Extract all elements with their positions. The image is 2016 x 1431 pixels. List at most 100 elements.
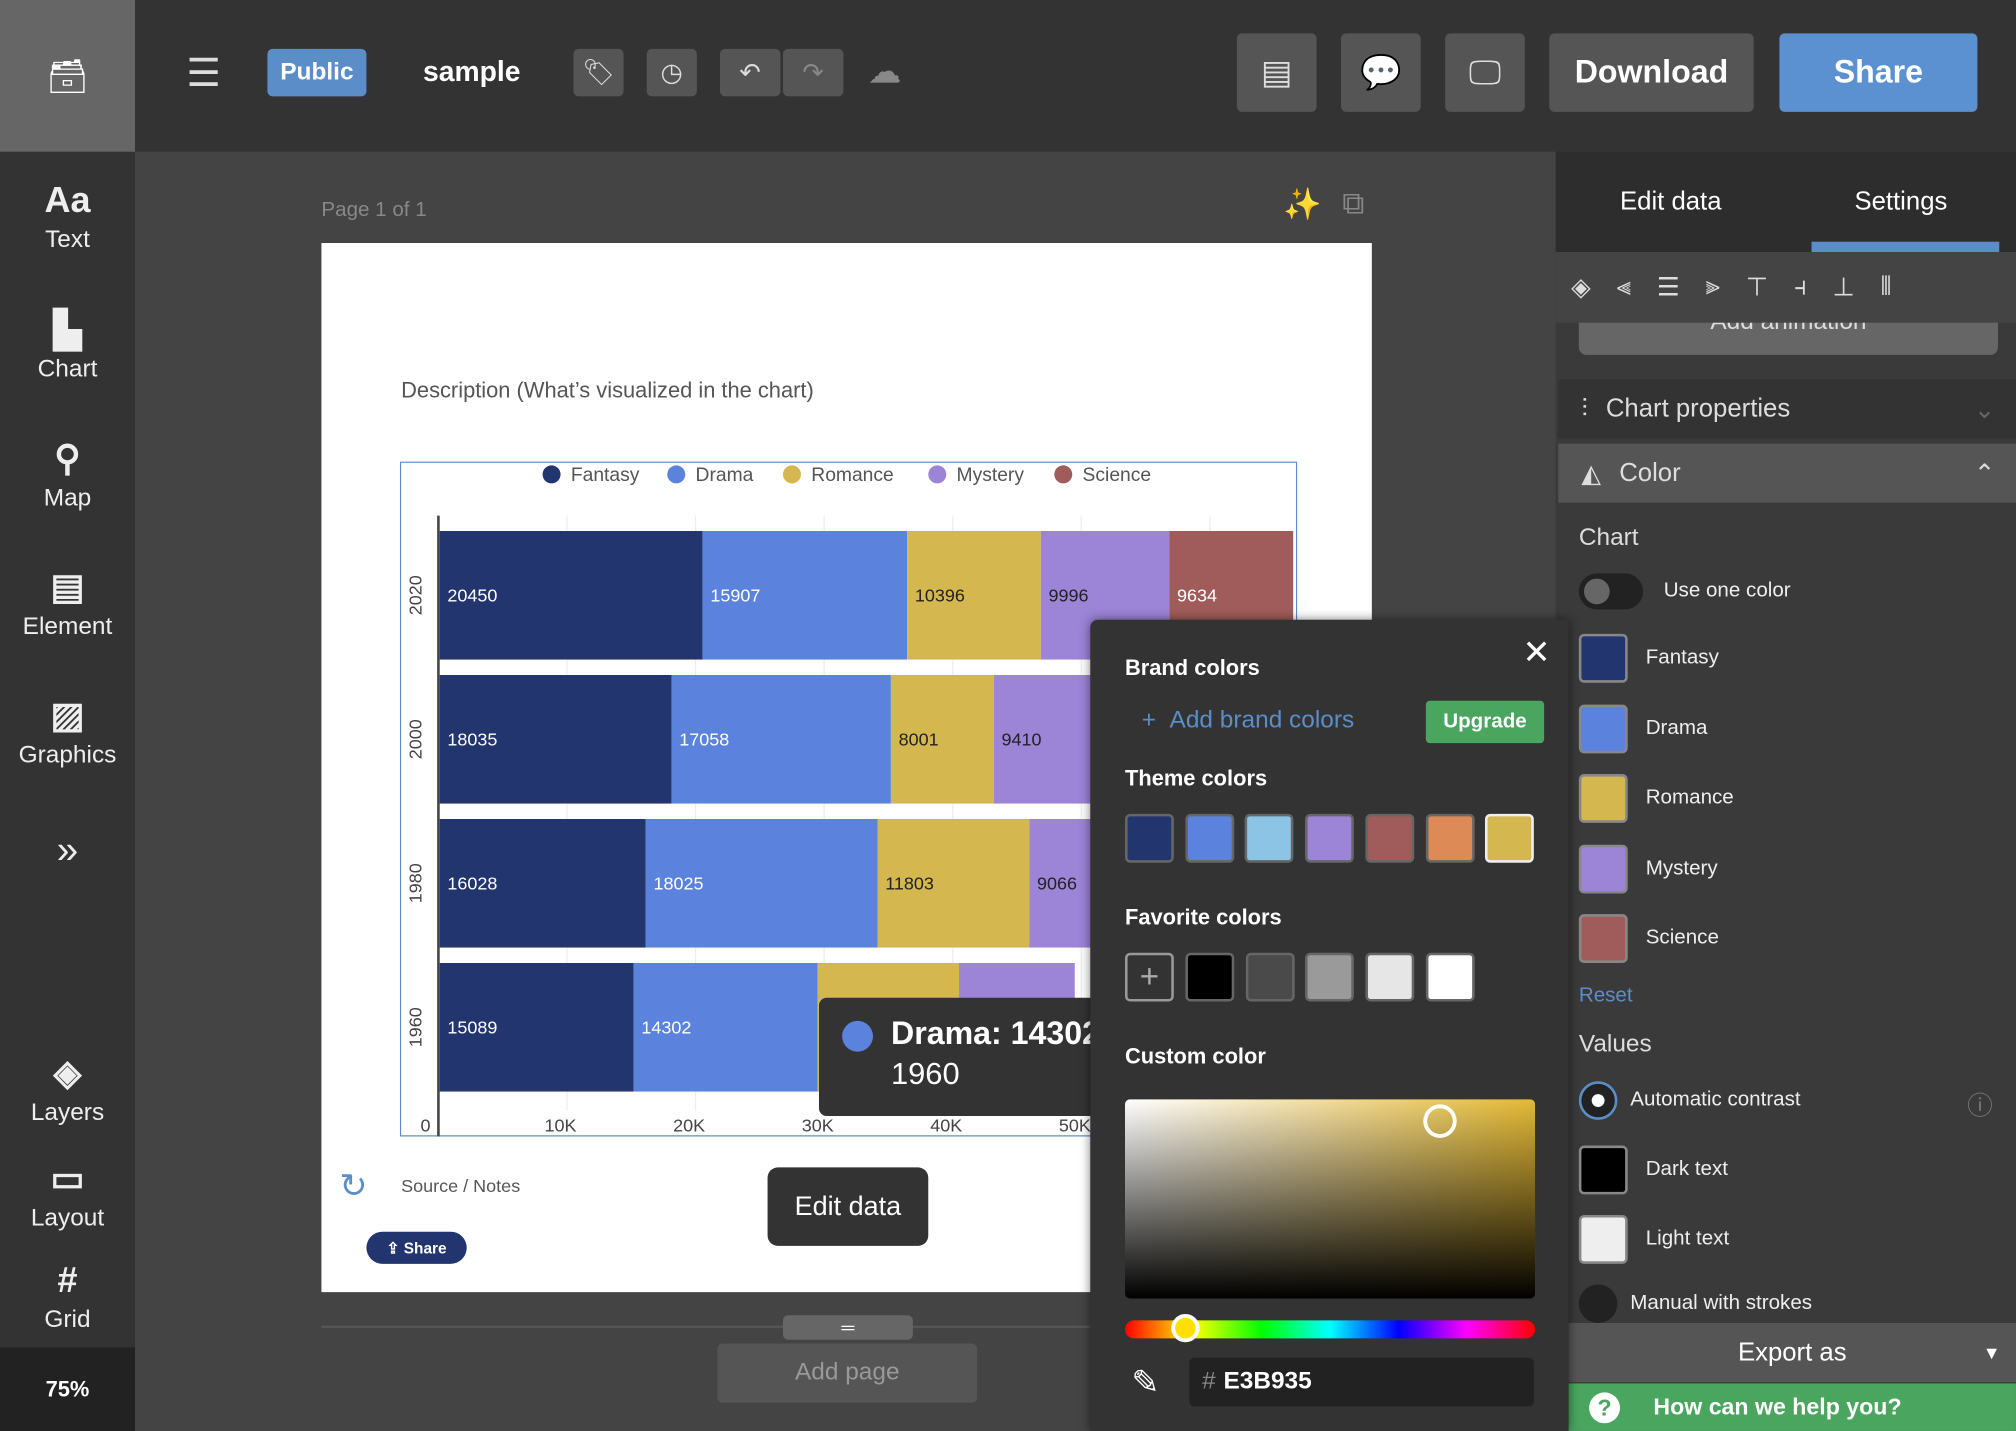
edit-data-button[interactable]: Edit data [767, 1167, 929, 1246]
add-page-button[interactable]: Add page [717, 1343, 978, 1403]
upgrade-button[interactable]: Upgrade [1425, 700, 1545, 744]
theme-color-swatch[interactable] [1485, 813, 1535, 863]
refresh-icon[interactable]: ↻ [339, 1166, 367, 1206]
tag-icon[interactable]: 🏷 [573, 48, 624, 97]
tooltip-dot-icon [842, 1020, 873, 1052]
chart-properties-section[interactable]: ⫶ Chart properties ⌄ [1558, 379, 2016, 439]
present-icon[interactable]: 🖵 [1445, 33, 1525, 112]
redo-icon[interactable]: ↷ [782, 48, 844, 97]
undo-icon[interactable]: ↶ [719, 48, 781, 97]
comment-icon[interactable]: 💬 [1340, 33, 1421, 112]
sidebar-item-grid[interactable]: # Grid [0, 1260, 135, 1335]
legend-dot-icon [667, 465, 686, 484]
series-color-fantasy[interactable]: Fantasy [1578, 633, 1719, 684]
duplicate-page-icon[interactable]: ⧉ [1342, 186, 1364, 222]
align-middle-icon[interactable]: ⫞ [1794, 273, 1807, 303]
export-as-button[interactable]: Export as ▼ [1568, 1322, 2016, 1383]
align-left-icon[interactable]: ⫷ [1617, 273, 1632, 303]
color-section[interactable]: ◭ Color ⌃ [1558, 443, 2016, 503]
tab-settings[interactable]: Settings [1785, 151, 2016, 252]
layers-dropdown-icon[interactable]: ◈ [1571, 271, 1591, 303]
hue-slider[interactable] [1124, 1313, 1536, 1343]
resize-handle-icon[interactable]: ═ [782, 1315, 913, 1340]
hex-input[interactable]: # E3B935 [1189, 1357, 1534, 1407]
theme-color-swatch[interactable] [1185, 813, 1234, 863]
hamburger-menu-icon[interactable]: ☰ [186, 51, 221, 96]
history-clock-icon[interactable]: ◷ [646, 48, 697, 97]
reset-link[interactable]: Reset [1579, 985, 1633, 1008]
color-handle[interactable] [1423, 1104, 1457, 1138]
help-icon: ? [1589, 1391, 1620, 1423]
sidebar-label: Chart [37, 356, 98, 384]
sidebar-label: Layout [30, 1204, 105, 1232]
series-color-drama[interactable]: Drama [1578, 703, 1707, 754]
bar-value-label: 9996 [1049, 586, 1089, 606]
color-swatch[interactable] [1578, 633, 1628, 683]
distribute-icon[interactable]: ⫴ [1881, 273, 1892, 303]
sidebar-item-element[interactable]: ▤ Element [0, 566, 135, 642]
series-color-romance[interactable]: Romance [1578, 773, 1734, 824]
theme-color-swatch[interactable] [1305, 813, 1354, 863]
chart-description[interactable]: Description (What’s visualized in the ch… [401, 378, 814, 404]
color-swatch[interactable] [1578, 914, 1628, 963]
y-category-label: 1960 [406, 1007, 426, 1047]
visibility-badge[interactable]: Public [267, 48, 367, 97]
source-notes[interactable]: Source / Notes [401, 1175, 520, 1196]
theme-color-swatch[interactable] [1365, 813, 1415, 863]
custom-color-heading: Custom color [1124, 1043, 1266, 1069]
radio-label: Automatic contrast [1630, 1088, 1801, 1111]
hue-handle[interactable] [1171, 1313, 1200, 1343]
theme-color-swatch[interactable] [1245, 813, 1294, 863]
sidebar-item-layers[interactable]: ◈ Layers [0, 1052, 135, 1128]
series-color-science[interactable]: Science [1578, 913, 1719, 964]
add-favorite-color-icon[interactable]: + [1124, 952, 1174, 1002]
chevron-down-icon: ⌄ [1973, 395, 1996, 424]
align-top-icon[interactable]: ⊤ [1746, 271, 1768, 303]
use-one-color-toggle[interactable]: Use one color [1578, 566, 1791, 617]
grid-icon: # [57, 1259, 78, 1300]
sidebar-label: Layers [30, 1099, 105, 1127]
favorite-color-swatch[interactable] [1185, 952, 1235, 1002]
right-panel: Edit data Settings Add animation ◈⫷☰⫸⊤⫞⊥… [1555, 151, 2016, 1431]
add-brand-colors-link[interactable]: + Add brand colors [1142, 707, 1355, 735]
color-swatch[interactable] [1578, 844, 1628, 893]
download-button[interactable]: Download [1549, 33, 1754, 112]
share-button[interactable]: Share [1779, 33, 1978, 112]
theme-color-swatch[interactable] [1425, 813, 1475, 863]
theme-color-swatch[interactable] [1124, 813, 1174, 863]
automatic-contrast-radio[interactable]: Automatic contrast [1578, 1075, 1801, 1126]
element-icon: ▤ [50, 566, 85, 607]
share-badge[interactable]: ⇪ Share [366, 1231, 467, 1264]
align-center-icon[interactable]: ☰ [1657, 271, 1680, 303]
align-right-icon[interactable]: ⫸ [1706, 273, 1721, 303]
close-icon[interactable]: ✕ [1523, 633, 1551, 673]
series-color-mystery[interactable]: Mystery [1578, 843, 1718, 894]
help-chat-button[interactable]: ? How can we help you? [1568, 1383, 2016, 1431]
tab-edit-data[interactable]: Edit data [1555, 151, 1786, 252]
favorite-color-swatch[interactable] [1365, 952, 1415, 1002]
favorite-color-swatch[interactable] [1245, 952, 1295, 1002]
dark-text-option[interactable]: Dark text [1578, 1144, 1728, 1195]
project-title[interactable]: sample [423, 55, 520, 88]
color-swatch[interactable] [1578, 773, 1628, 823]
light-text-option[interactable]: Light text [1578, 1214, 1729, 1265]
zoom-level[interactable]: 75% [0, 1347, 135, 1431]
help-question-icon[interactable]: ⓘ [1967, 1085, 1993, 1122]
manual-strokes-radio[interactable]: Manual with strokes [1578, 1278, 1812, 1329]
sidebar-item-map[interactable]: ⚲ Map [0, 437, 135, 513]
notes-icon[interactable]: ▤ [1236, 33, 1317, 112]
bar-value-label: 15089 [447, 1018, 497, 1038]
magic-wand-icon[interactable]: ✨ [1283, 186, 1321, 223]
sidebar-item-layout[interactable]: ▭ Layout [0, 1157, 135, 1233]
double-chevron-icon[interactable]: » [0, 829, 135, 873]
sidebar-item-text[interactable]: Aa Text [0, 180, 135, 255]
sidebar-item-graphics[interactable]: ▨ Graphics [0, 694, 135, 770]
saturation-value-area[interactable] [1124, 1099, 1536, 1299]
inbox-logo-icon[interactable]: 🗃 [0, 0, 135, 152]
favorite-color-swatch[interactable] [1305, 952, 1355, 1002]
eyedropper-icon[interactable]: ✎ [1131, 1363, 1159, 1403]
sidebar-item-chart[interactable]: ▙ Chart [0, 309, 135, 385]
favorite-color-swatch[interactable] [1425, 952, 1475, 1002]
align-bottom-icon[interactable]: ⊥ [1833, 271, 1855, 303]
color-swatch[interactable] [1578, 703, 1628, 753]
